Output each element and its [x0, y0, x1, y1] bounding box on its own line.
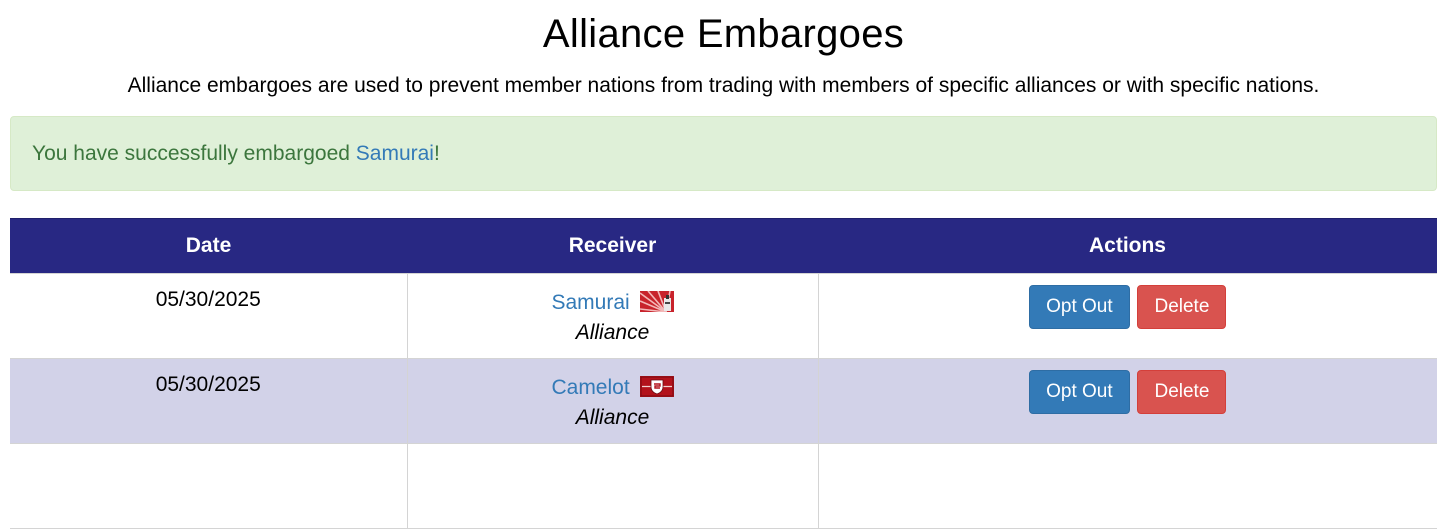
receiver-cell: Samurai Alliance [406, 273, 819, 359]
camelot-flag-icon[interactable] [639, 376, 674, 397]
table-cell [817, 443, 1437, 529]
table-cell [406, 443, 819, 529]
embargoes-table: Date Receiver Actions 05/30/2025 Samurai [10, 218, 1437, 529]
delete-button[interactable]: Delete [1137, 285, 1227, 329]
delete-button[interactable]: Delete [1137, 370, 1227, 414]
success-alert: You have successfully embargoed Samurai! [10, 116, 1437, 191]
table-header-row: Date Receiver Actions [10, 218, 1437, 274]
column-header-receiver: Receiver [407, 218, 818, 274]
alert-text-prefix: You have successfully embargoed [32, 142, 356, 165]
actions-cell: Opt Out Delete [817, 273, 1437, 359]
table-row: 05/30/2025 Camelot Alliance Opt Out Dele… [10, 358, 1437, 444]
table-row [10, 443, 1437, 529]
samurai-flag-icon[interactable] [639, 290, 674, 313]
table-row: 05/30/2025 Samurai Alliance Opt Out Dele… [10, 273, 1437, 359]
column-header-date: Date [10, 218, 407, 274]
table-cell [10, 443, 408, 529]
opt-out-button[interactable]: Opt Out [1029, 285, 1130, 329]
page-title: Alliance Embargoes [542, 12, 905, 56]
opt-out-button[interactable]: Opt Out [1029, 370, 1130, 414]
receiver-link[interactable]: Samurai [551, 291, 629, 314]
alert-alliance-link[interactable]: Samurai [356, 142, 434, 165]
receiver-type: Alliance [575, 321, 650, 344]
page-subtitle: Alliance embargoes are used to prevent m… [127, 74, 1320, 97]
embargo-date: 05/30/2025 [10, 358, 408, 444]
embargo-date: 05/30/2025 [10, 273, 408, 359]
receiver-link[interactable]: Camelot [551, 376, 629, 399]
receiver-cell: Camelot Alliance [406, 358, 819, 444]
receiver-type: Alliance [575, 406, 650, 429]
actions-cell: Opt Out Delete [817, 358, 1437, 444]
page-container: Alliance Embargoes Alliance embargoes ar… [10, 0, 1437, 529]
column-header-actions: Actions [818, 218, 1437, 274]
alert-text-suffix: ! [433, 142, 440, 165]
